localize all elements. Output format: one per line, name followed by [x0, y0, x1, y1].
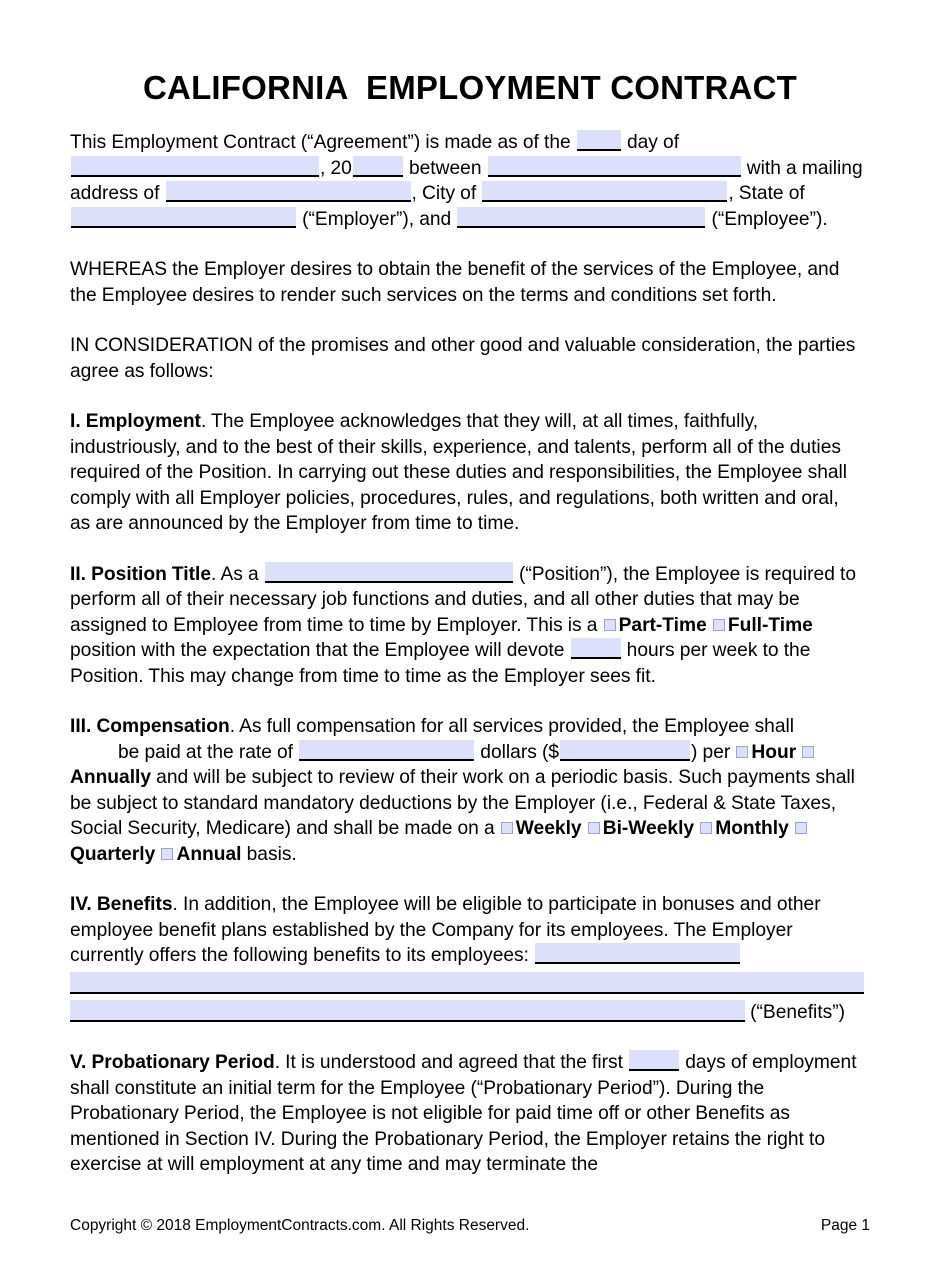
blank-state[interactable]	[71, 206, 296, 228]
section-position-title-text-1: . As a	[211, 563, 259, 585]
whereas-paragraph: WHEREAS the Employer desires to obtain t…	[70, 259, 840, 306]
benefits-label: (“Benefits”)	[750, 1001, 846, 1023]
label-quarterly: Quarterly	[70, 843, 156, 865]
intro-text-2: day of	[626, 132, 680, 153]
section-compensation-text-4: ) per	[691, 741, 731, 763]
section-compensation-text-1: . As full compensation for all services …	[229, 716, 795, 737]
blank-month[interactable]	[71, 155, 319, 177]
blank-hours-per-week[interactable]	[570, 638, 621, 659]
intro-text-8: (“Employer”), and	[302, 208, 452, 230]
checkbox-monthly[interactable]	[700, 822, 713, 834]
checkbox-annual[interactable]	[161, 847, 174, 860]
label-weekly: Weekly	[515, 818, 582, 839]
intro-text-9: (“Employee”).	[711, 208, 828, 230]
label-hour: Hour	[751, 741, 797, 763]
benefits-last-line: (“Benefits”)	[70, 997, 864, 1026]
label-annually: Annually	[70, 767, 152, 788]
checkbox-part-time[interactable]	[603, 618, 616, 631]
consideration-paragraph: IN CONSIDERATION of the promises and oth…	[70, 335, 856, 382]
section-probationary-text-1: . It is understood and agreed that the f…	[274, 1052, 623, 1073]
intro-text-7: , State of	[728, 183, 805, 204]
label-part-time: Part-Time	[618, 614, 707, 636]
section-compensation: III. Compensation. As full compensation …	[70, 714, 864, 867]
blank-rate-amount[interactable]	[560, 739, 691, 761]
intro-paragraph: This Employment Contract (“Agreement”) i…	[70, 130, 864, 232]
label-bi-weekly: Bi-Weekly	[602, 818, 695, 839]
label-annual: Annual	[176, 843, 242, 865]
blank-employer-name[interactable]	[487, 155, 741, 177]
blank-probation-days[interactable]	[629, 1050, 680, 1071]
section-position-title-text-3: position with the expectation that the E…	[70, 640, 565, 661]
blank-rate-words[interactable]	[299, 739, 475, 761]
section-probationary-period: V. Probationary Period. It is understood…	[70, 1050, 864, 1178]
footer-copyright: Copyright © 2018 EmploymentContracts.com…	[70, 1217, 530, 1234]
blank-year[interactable]	[352, 155, 403, 177]
intro-text-4: between	[408, 157, 482, 179]
checkbox-weekly[interactable]	[500, 822, 513, 834]
checkbox-quarterly[interactable]	[794, 822, 807, 834]
section-employment-heading: I. Employment	[70, 411, 201, 432]
intro-text-1: This Employment Contract (“Agreement”) i…	[70, 132, 571, 153]
blank-position[interactable]	[264, 561, 513, 583]
intro-text-6: , City of	[411, 183, 477, 204]
checkbox-full-time[interactable]	[712, 618, 725, 631]
blank-benefits-line-3[interactable]	[70, 999, 745, 1022]
blank-city[interactable]	[482, 181, 728, 202]
section-benefits-heading: IV. Benefits	[70, 894, 173, 915]
blank-employee-name[interactable]	[457, 206, 706, 228]
section-compensation-text-3: dollars ($	[480, 741, 560, 763]
label-monthly: Monthly	[715, 818, 789, 839]
checkbox-bi-weekly[interactable]	[587, 822, 600, 834]
blank-mailing-address[interactable]	[165, 181, 411, 202]
section-compensation-text-6: basis.	[246, 843, 297, 865]
section-compensation-heading: III. Compensation	[70, 716, 230, 737]
footer-page-number: Page 1	[820, 1217, 870, 1234]
section-position-title-heading: II. Position Title	[70, 563, 212, 585]
section-probationary-heading: V. Probationary Period	[70, 1052, 275, 1073]
section-benefits: IV. Benefits. In addition, the Employee …	[70, 892, 864, 969]
document-page: CALIFORNIA EMPLOYMENT CONTRACT This Empl…	[0, 0, 938, 1266]
section-position-title: II. Position Title. As a (“Position”), t…	[70, 561, 864, 690]
blank-benefits-line-1[interactable]	[535, 943, 741, 964]
document-body: This Employment Contract (“Agreement”) i…	[70, 130, 864, 1178]
section-employment: I. Employment. The Employee acknowledges…	[70, 409, 864, 537]
blank-benefits-line-2[interactable]	[70, 971, 864, 994]
blank-day[interactable]	[576, 130, 621, 151]
page-title: CALIFORNIA EMPLOYMENT CONTRACT	[143, 69, 797, 106]
intro-text-3: , 20	[320, 157, 352, 179]
section-compensation-text-2: be paid at the rate of	[118, 741, 294, 763]
label-full-time: Full-Time	[727, 614, 813, 636]
checkbox-annually[interactable]	[802, 745, 815, 758]
checkbox-hour[interactable]	[736, 745, 749, 758]
